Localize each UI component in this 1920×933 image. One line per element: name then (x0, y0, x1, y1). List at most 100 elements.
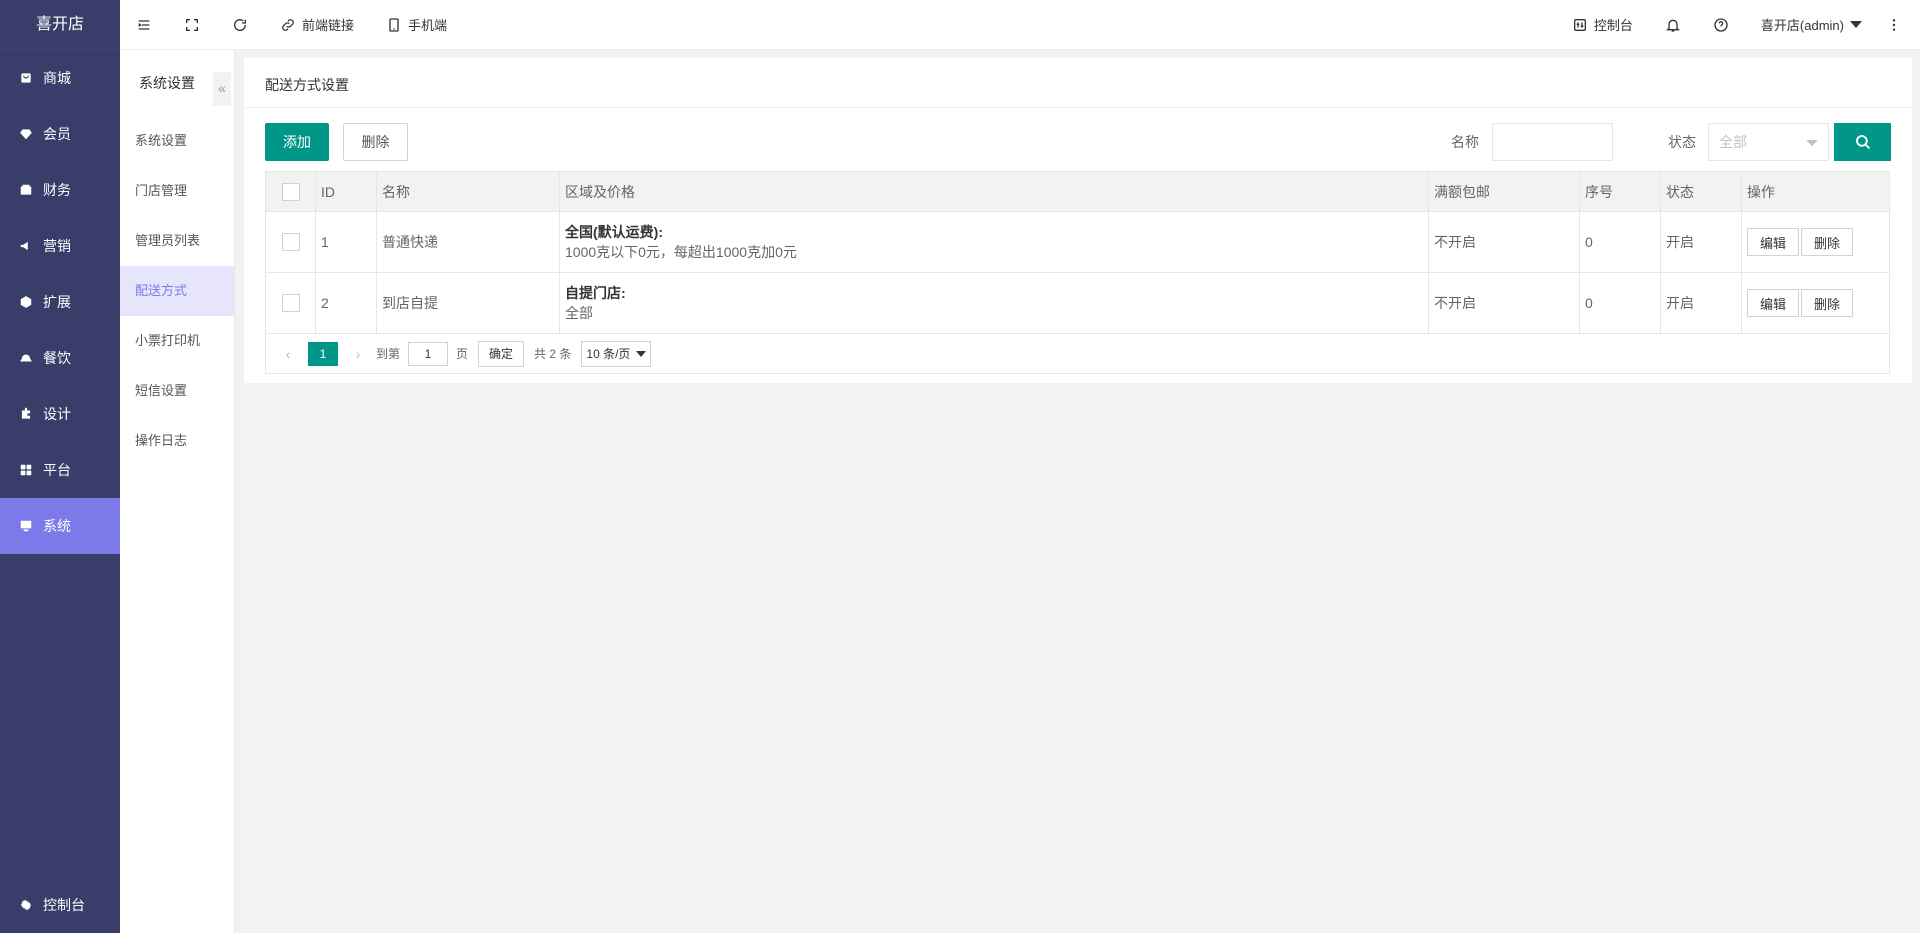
row-delete-button[interactable]: 删除 (1801, 289, 1854, 317)
region-title: 自提门店: (565, 285, 626, 301)
table-header-row: ID 名称 区域及价格 满额包邮 序号 状态 操作 (265, 171, 1890, 212)
cell-id: 1 (315, 211, 377, 273)
refresh-button[interactable] (216, 0, 264, 50)
status-badge: 开启 (1660, 272, 1742, 334)
goto-page-input[interactable]: 1 (408, 341, 449, 366)
grid-icon (19, 463, 33, 477)
search-button[interactable] (1834, 123, 1891, 161)
select-all-checkbox[interactable] (281, 182, 300, 201)
cell-order: 0 (1579, 211, 1661, 273)
collapse-button[interactable]: « (213, 72, 231, 106)
row-checkbox[interactable] (281, 294, 300, 313)
front-link-label: 前端链接 (302, 18, 355, 33)
top-header: 前端链接 手机端 控制台 喜开店(admin) (120, 0, 1920, 50)
sidebar-item-label: 会员 (43, 126, 71, 142)
console-icon (1573, 18, 1586, 31)
sidebar-item-0[interactable]: 商城 (0, 50, 120, 106)
header-name: 名称 (376, 171, 560, 212)
sub-nav: 系统设置 门店管理 管理员列表 配送方式 小票打印机 短信设置 操作日志 (120, 116, 234, 466)
fullscreen-button[interactable] (168, 0, 216, 50)
monitor-icon (19, 519, 33, 533)
mobile-icon (389, 17, 399, 32)
row-checkbox[interactable] (281, 233, 300, 252)
row-checkbox-cell (265, 272, 316, 334)
cell-order: 0 (1579, 272, 1661, 334)
filter-status-label: 状态 (1668, 134, 1696, 150)
select-all-cell (265, 171, 316, 212)
name-search-input[interactable] (1492, 123, 1613, 161)
cell-region: 自提门店: 全部 (559, 272, 1429, 334)
more-vertical-icon (1892, 18, 1896, 31)
sidebar-item-2[interactable]: 财务 (0, 162, 120, 218)
page-title: 配送方式设置 (244, 58, 1912, 108)
sub-sidebar-title: 系统设置 « (120, 50, 234, 116)
current-page[interactable]: 1 (308, 341, 338, 366)
brand-logo[interactable]: 喜开店 (0, 0, 120, 50)
cell-region: 全国(默认运费): 1000克以下0元，每超出1000克加0元 (559, 211, 1429, 273)
console-button[interactable]: 控制台 (1556, 0, 1649, 50)
sub-sidebar: 系统设置 « 系统设置 门店管理 管理员列表 配送方式 小票打印机 短信设置 操作日志 (120, 50, 235, 933)
caret-down-icon (1850, 21, 1862, 28)
cell-free-shipping: 不开启 (1428, 272, 1580, 334)
subnav-item-1[interactable]: 门店管理 (120, 166, 234, 216)
user-menu[interactable]: 喜开店(admin) (1745, 0, 1878, 50)
status-select[interactable]: 全部 (1708, 123, 1829, 161)
subnav-item-5[interactable]: 短信设置 (120, 366, 234, 416)
sidebar-item-3[interactable]: 营销 (0, 218, 120, 274)
header-free-shipping: 满额包邮 (1428, 171, 1580, 212)
shipping-table: ID 名称 区域及价格 满额包邮 序号 状态 操作 1 普通快递 全国(默认运费):… (265, 171, 1890, 334)
fullscreen-icon (186, 18, 198, 31)
row-delete-button[interactable]: 删除 (1801, 228, 1854, 256)
subnav-item-3[interactable]: 配送方式 (120, 266, 234, 316)
cell-actions: 编辑 删除 (1741, 211, 1890, 273)
menu-fold-icon (138, 19, 150, 30)
edit-button[interactable]: 编辑 (1747, 228, 1800, 256)
more-button[interactable] (1878, 0, 1920, 50)
sidebar-item-6[interactable]: 设计 (0, 386, 120, 442)
per-page-select[interactable]: 10 条/页 (581, 340, 652, 367)
subnav-item-0[interactable]: 系统设置 (120, 116, 234, 166)
status-badge: 开启 (1660, 211, 1742, 273)
cell-free-shipping: 不开启 (1428, 211, 1580, 273)
sidebar-item-1[interactable]: 会员 (0, 106, 120, 162)
header-region: 区域及价格 (559, 171, 1429, 212)
prev-page-icon[interactable]: ‹ (278, 346, 298, 362)
subnav-item-4[interactable]: 小票打印机 (120, 316, 234, 366)
front-link-button[interactable]: 前端链接 (264, 0, 370, 50)
sidebar-item-label: 扩展 (43, 294, 71, 310)
region-title: 全国(默认运费): (565, 224, 663, 240)
sidebar-item-label: 财务 (43, 182, 71, 198)
help-button[interactable] (1697, 0, 1745, 50)
sidebar-item-8[interactable]: 系统 (0, 498, 120, 554)
header-order: 序号 (1579, 171, 1661, 212)
delete-button[interactable]: 删除 (343, 123, 408, 161)
table-row: 1 普通快递 全国(默认运费): 1000克以下0元，每超出1000克加0元 不开启 0 开… (265, 211, 1890, 273)
search-icon (1855, 135, 1870, 150)
region-desc: 全部 (565, 305, 593, 321)
next-page-icon[interactable]: › (348, 346, 368, 362)
wallet-icon (19, 183, 33, 197)
gear-icon (19, 898, 33, 912)
megaphone-icon (19, 239, 33, 253)
subnav-item-6[interactable]: 操作日志 (120, 416, 234, 466)
pagination: ‹ 1 › 到第 1 页 确定 共 2 条 10 条/页 (265, 334, 1890, 374)
notification-button[interactable] (1649, 0, 1697, 50)
cell-actions: 编辑 删除 (1741, 272, 1890, 334)
add-button[interactable]: 添加 (265, 123, 329, 161)
sidebar-item-label: 控制台 (43, 897, 85, 913)
menu-toggle-button[interactable] (120, 0, 168, 50)
mobile-button[interactable]: 手机端 (370, 0, 463, 50)
sidebar-item-7[interactable]: 平台 (0, 442, 120, 498)
per-page-value: 10 条/页 (586, 347, 631, 361)
sidebar-item-4[interactable]: 扩展 (0, 274, 120, 330)
main-sidebar: 喜开店 商城会员财务营销扩展餐饮 设计 平台系统 控制台 (0, 0, 120, 933)
chevron-down-icon (1806, 140, 1818, 146)
goto-confirm-button[interactable]: 确定 (478, 340, 525, 367)
subnav-item-2[interactable]: 管理员列表 (120, 216, 234, 266)
region-desc: 1000克以下0元，每超出1000克加0元 (565, 244, 797, 260)
edit-button[interactable]: 编辑 (1747, 289, 1800, 317)
cell-name: 到店自提 (376, 272, 560, 334)
sidebar-item-console[interactable]: 控制台 (0, 877, 120, 933)
sidebar-item-5[interactable]: 餐饮 (0, 330, 120, 386)
sidebar-item-label: 系统 (43, 518, 71, 534)
